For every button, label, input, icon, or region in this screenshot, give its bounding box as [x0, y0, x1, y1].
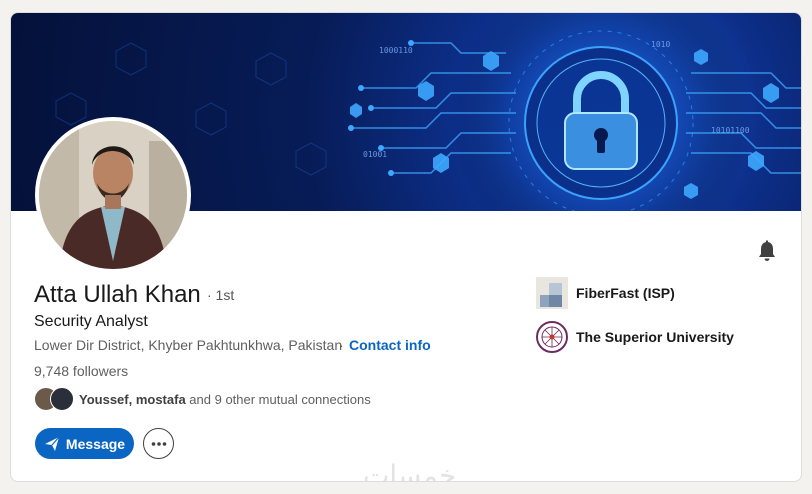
profile-location: Lower Dir District, Khyber Pakhtunkhwa, …: [34, 337, 343, 353]
org-name: The Superior University: [576, 329, 734, 345]
mutual-rest: and 9 other mutual connections: [185, 392, 371, 407]
profile-name: Atta Ullah Khan: [34, 281, 201, 308]
org-name: FiberFast (ISP): [576, 285, 675, 301]
profile-photo[interactable]: [35, 117, 191, 273]
watermark: خمسات: [363, 459, 457, 482]
mutual-connections-text[interactable]: Youssef, mostafa and 9 other mutual conn…: [79, 392, 371, 407]
more-icon: [151, 441, 166, 446]
mutual-avatar: [50, 387, 74, 411]
svg-text:01001: 01001: [363, 150, 387, 159]
connection-degree: · 1st: [207, 287, 235, 303]
profile-headline: Security Analyst: [34, 313, 148, 330]
message-button[interactable]: Message: [35, 428, 134, 459]
contact-info-link[interactable]: Contact info: [349, 337, 431, 353]
followers-count: 9,748 followers: [34, 363, 129, 379]
mutual-connection-avatars[interactable]: [34, 387, 76, 411]
more-actions-button[interactable]: [143, 428, 174, 459]
location-separator: ·: [339, 337, 344, 353]
university-seal: [536, 321, 568, 353]
send-icon: [44, 436, 60, 451]
svg-text:1000110: 1000110: [379, 46, 413, 55]
svg-text:1010: 1010: [651, 40, 670, 49]
bell-icon[interactable]: [755, 239, 779, 263]
mutual-names: Youssef, mostafa: [79, 392, 186, 407]
org-fiberfast[interactable]: FiberFast (ISP): [536, 277, 675, 309]
building-logo: [536, 277, 568, 309]
profile-card: 1000110 01001 1010 10101100 Atta Ullah K…: [10, 12, 802, 482]
svg-text:10101100: 10101100: [711, 126, 750, 135]
message-label: Message: [65, 435, 126, 452]
org-superior-university[interactable]: The Superior University: [536, 321, 734, 353]
person-portrait: [39, 121, 187, 269]
